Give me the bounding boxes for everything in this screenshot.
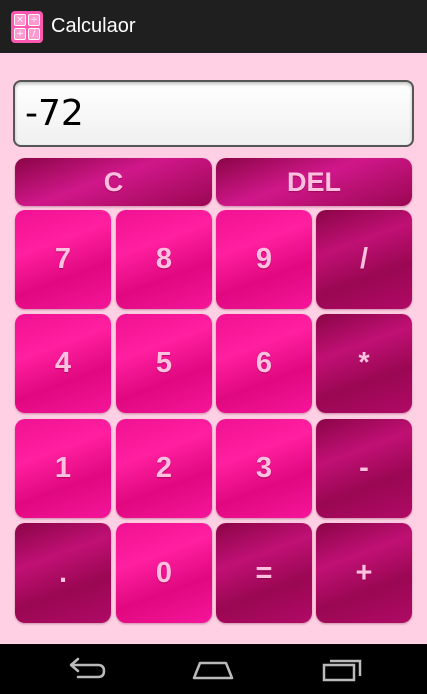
decimal-button[interactable]: .	[15, 523, 111, 623]
digit-1-button[interactable]: 1	[15, 419, 111, 518]
plus-icon: +	[14, 27, 26, 40]
digit-2-button[interactable]: 2	[116, 419, 212, 518]
digit-8-button[interactable]: 8	[116, 210, 212, 309]
multiply-button[interactable]: *	[316, 314, 412, 413]
action-bar: × ÷ + / Calculaor	[0, 0, 427, 53]
clear-button[interactable]: C	[15, 158, 212, 206]
digit-9-button[interactable]: 9	[216, 210, 312, 309]
navigation-bar	[0, 644, 427, 694]
digit-7-button[interactable]: 7	[15, 210, 111, 309]
subtract-button[interactable]: -	[316, 419, 412, 518]
calculator-body: -72 C DEL 7 8 9 / 4 5 6 * 1 2 3 - . 0 = …	[0, 53, 427, 644]
recents-button[interactable]	[302, 644, 382, 694]
result-display: -72	[13, 80, 414, 147]
home-icon	[192, 661, 234, 680]
slash-icon: /	[28, 27, 40, 40]
add-button[interactable]: +	[316, 523, 412, 623]
digit-4-button[interactable]: 4	[15, 314, 111, 413]
digit-0-button[interactable]: 0	[116, 523, 212, 623]
digit-5-button[interactable]: 5	[116, 314, 212, 413]
calculator-app-icon: × ÷ + /	[11, 10, 43, 43]
digit-6-button[interactable]: 6	[216, 314, 312, 413]
equals-button[interactable]: =	[216, 523, 312, 623]
delete-button[interactable]: DEL	[216, 158, 412, 206]
app-title: Calculaor	[51, 15, 136, 37]
divide-button[interactable]: /	[316, 210, 412, 309]
times-icon: ×	[14, 13, 26, 26]
back-icon	[69, 657, 106, 679]
home-button[interactable]	[173, 644, 253, 694]
divide-icon: ÷	[28, 13, 40, 26]
back-button[interactable]	[46, 644, 126, 694]
recents-icon	[322, 659, 362, 682]
digit-3-button[interactable]: 3	[216, 419, 312, 518]
